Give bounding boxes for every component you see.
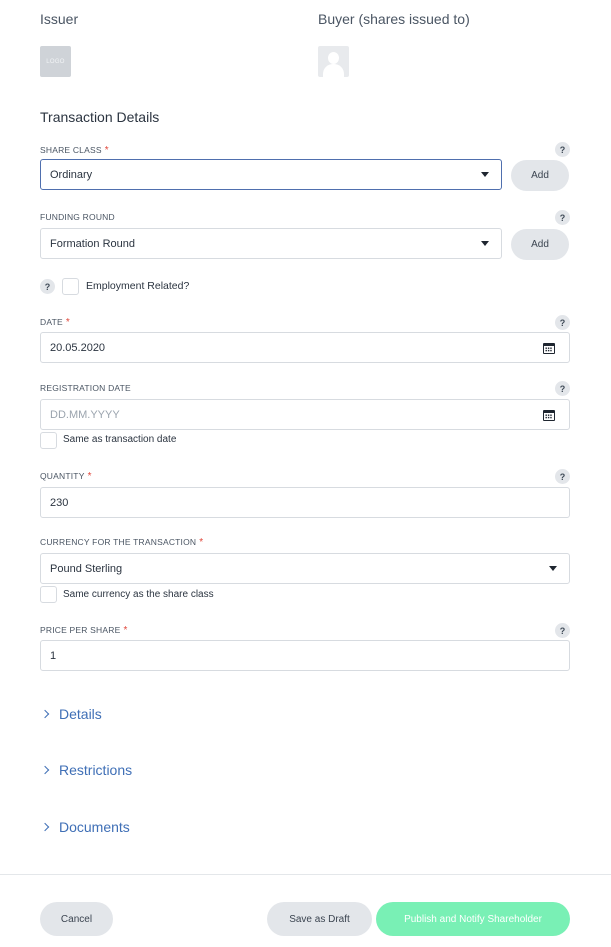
price-help-icon[interactable]: ? [555,623,570,638]
quantity-label: QUANTITY * [40,471,92,482]
add-share-class-button[interactable]: Add [511,160,569,191]
issuer-logo: LOGO [40,46,71,77]
share-class-select[interactable]: Ordinary [40,159,502,190]
details-section-label: Details [59,706,102,722]
date-label: DATE * [40,317,70,328]
funding-round-label: FUNDING ROUND [40,212,115,222]
quantity-help-icon[interactable]: ? [555,469,570,484]
currency-select[interactable]: Pound Sterling [40,553,570,584]
same-currency-checkbox[interactable] [40,586,57,603]
footer-divider [0,874,611,875]
chevron-right-icon [40,765,50,775]
date-input[interactable]: 20.05.2020 [40,332,570,363]
documents-section-label: Documents [59,819,130,835]
transaction-details-title: Transaction Details [40,109,160,125]
add-funding-round-button[interactable]: Add [511,229,569,260]
registration-date-placeholder: DD.MM.YYYY [50,408,120,421]
currency-label: CURRENCY FOR THE TRANSACTION * [40,537,204,548]
date-help-icon[interactable]: ? [555,315,570,330]
documents-section-toggle[interactable]: Documents [40,819,130,835]
funding-round-select[interactable]: Formation Round [40,228,502,259]
chevron-down-icon [549,566,557,571]
chevron-right-icon [40,709,50,719]
buyer-label: Buyer (shares issued to) [318,11,470,27]
currency-value: Pound Sterling [50,562,123,575]
cancel-button[interactable]: Cancel [40,902,113,936]
funding-round-value: Formation Round [50,237,135,250]
registration-date-label: REGISTRATION DATE [40,383,131,393]
same-as-transaction-date-checkbox[interactable] [40,432,57,449]
buyer-avatar-icon[interactable] [318,46,349,77]
registration-date-help-icon[interactable]: ? [555,381,570,396]
date-value: 20.05.2020 [50,341,106,354]
chevron-right-icon [40,822,50,832]
price-per-share-value: 1 [50,649,57,662]
required-mark: * [104,145,109,156]
restrictions-section-toggle[interactable]: Restrictions [40,762,132,778]
quantity-input[interactable]: 230 [40,487,570,518]
price-per-share-input[interactable]: 1 [40,640,570,671]
quantity-value: 230 [50,496,69,509]
funding-round-help-icon[interactable]: ? [555,210,570,225]
restrictions-section-label: Restrictions [59,762,133,778]
share-class-label: SHARE CLASS * [40,145,109,156]
employment-related-checkbox[interactable] [62,278,79,295]
calendar-icon[interactable] [543,343,555,354]
same-currency-label: Same currency as the share class [63,589,214,600]
calendar-icon[interactable] [543,410,555,421]
details-section-toggle[interactable]: Details [40,706,102,722]
registration-date-input[interactable]: DD.MM.YYYY [40,399,570,430]
employment-help-icon[interactable]: ? [40,279,55,294]
chevron-down-icon [481,241,489,246]
save-draft-button[interactable]: Save as Draft [267,902,372,936]
publish-notify-button[interactable]: Publish and Notify Shareholder [376,902,570,936]
share-class-help-icon[interactable]: ? [555,142,570,157]
chevron-down-icon [481,172,489,177]
same-as-transaction-date-label: Same as transaction date [63,434,177,445]
share-class-value: Ordinary [50,168,93,181]
issuer-label: Issuer [40,11,79,27]
employment-related-label: Employment Related? [86,280,190,292]
price-per-share-label: PRICE PER SHARE * [40,625,128,636]
